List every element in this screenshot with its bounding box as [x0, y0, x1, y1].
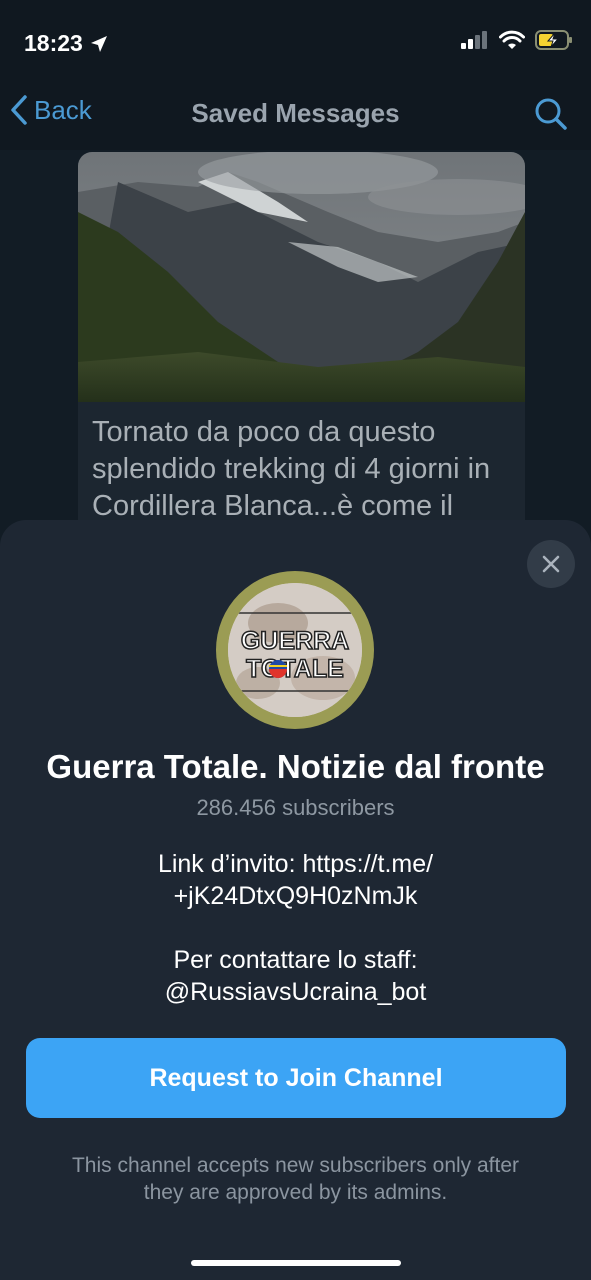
wifi-icon — [499, 30, 525, 49]
approval-note: This channel accepts new subscribers onl… — [71, 1154, 520, 1204]
page-title: Saved Messages — [191, 98, 400, 128]
status-icons — [461, 30, 573, 50]
logo-text-line1: GUERRA — [241, 627, 349, 655]
search-button[interactable] — [533, 96, 569, 137]
request-join-button[interactable]: Request to Join Channel — [26, 1038, 566, 1118]
location-arrow-icon — [90, 35, 107, 52]
staff-contact-label: Per contattare lo staff: — [173, 946, 418, 974]
status-time: 18:23 — [24, 30, 83, 56]
channel-invite-sheet: GUERRA TOTALE Guerra Totale. Notizie dal… — [0, 520, 591, 1280]
staff-contact-handle[interactable]: @RussiavsUcraina_bot — [60, 976, 531, 1008]
nav-bar: Back Saved Messages — [0, 88, 591, 150]
battery-charging-icon — [535, 30, 572, 50]
invite-link-label: Link d’invito: https://t.me/ — [157, 850, 434, 878]
invite-link-code[interactable]: +jK24DtxQ9H0zNmJk — [60, 880, 531, 912]
channel-name: Guerra Totale. Notizie dal fronte — [46, 748, 545, 785]
logo-text-line2: TOTALE — [246, 655, 344, 683]
channel-logo: GUERRA TOTALE — [228, 583, 362, 717]
close-button[interactable] — [527, 540, 575, 588]
channel-description: Link d’invito: https://t.me/ +jK24DtxQ9H… — [60, 848, 531, 1008]
status-bar: 18:23 — [0, 0, 591, 88]
guerra-totale-logo: GUERRA TOTALE — [228, 583, 362, 717]
search-icon — [535, 98, 567, 130]
channel-avatar: GUERRA TOTALE — [216, 571, 374, 729]
close-icon — [542, 555, 560, 573]
status-time-group: 18:23 — [24, 30, 109, 57]
message-photo[interactable] — [78, 152, 525, 402]
message-bubble[interactable]: Tornato da poco da questo splendido trek… — [78, 152, 525, 572]
subscriber-count: 286.456 subscribers — [196, 795, 395, 820]
cellular-signal-icon — [461, 31, 487, 49]
home-indicator[interactable] — [191, 1260, 401, 1266]
message-text: Tornato da poco da questo splendido trek… — [92, 416, 491, 522]
